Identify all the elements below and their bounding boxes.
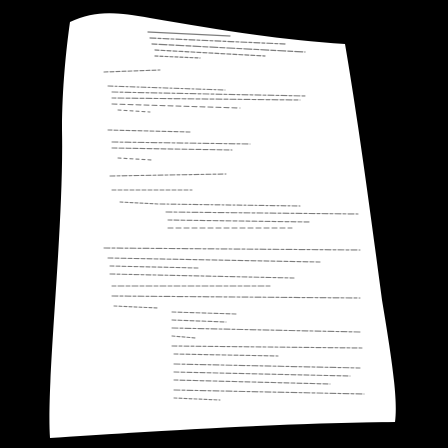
document-photo — [49, 13, 396, 439]
paper-sheet — [49, 13, 396, 439]
photo-stage — [0, 0, 448, 448]
